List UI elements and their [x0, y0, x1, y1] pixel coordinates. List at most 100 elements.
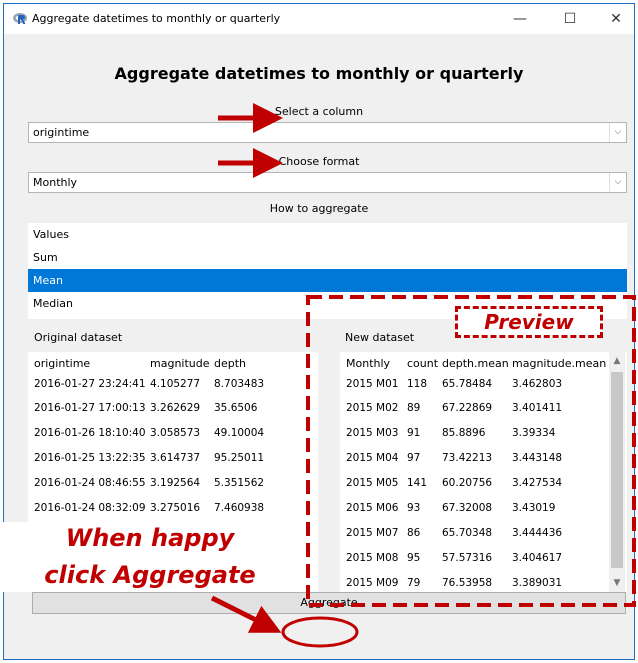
aggregate-button[interactable]: Aggregate [32, 592, 626, 614]
table-cell: 65.70348 [442, 527, 493, 539]
scrollbar-thumb[interactable] [611, 372, 623, 568]
annotation-line-1: When happy [65, 524, 235, 552]
table-cell: 2015 M03 [346, 427, 399, 439]
table-cell: 2016-01-27 17:00:13 [34, 402, 146, 414]
new-dataset-scrollbar[interactable]: ▲ ▼ [609, 352, 625, 592]
table-row[interactable]: 2015 M03 91 85.8896 3.39334 [340, 423, 627, 445]
table-cell: 2015 M07 [346, 527, 399, 539]
page-heading: Aggregate datetimes to monthly or quarte… [114, 64, 524, 83]
table-cell: 2016-01-24 08:46:55 [34, 477, 146, 489]
table-cell: 2015 M08 [346, 552, 399, 564]
table-cell: 7.460938 [214, 502, 265, 514]
table-cell: 2015 M01 [346, 378, 399, 390]
list-item-values[interactable]: Values [28, 223, 627, 246]
choose-format-label: Choose format [278, 155, 360, 168]
table-row[interactable]: 2015 M01 118 65.78484 3.462803 [340, 374, 627, 396]
table-cell: 3.39334 [512, 427, 556, 439]
table-cell: 118 [407, 378, 428, 390]
table-row[interactable]: 2015 M09 79 76.53958 3.389031 [340, 573, 627, 592]
table-cell: 97 [407, 452, 421, 464]
table-header: origintime magnitude depth [28, 352, 318, 374]
table-cell: 2016-01-26 18:10:40 [34, 427, 146, 439]
table-cell: 2016-01-25 13:22:35 [34, 452, 146, 464]
table-cell: 3.462803 [512, 378, 563, 390]
table-row[interactable]: 2016-01-24 08:32:09 3.275016 7.460938 [28, 498, 318, 520]
column-header-magnitude[interactable]: magnitude [150, 357, 210, 370]
table-cell: 8.703483 [214, 378, 265, 390]
table-cell: 3.401411 [512, 402, 563, 414]
scroll-up-icon[interactable]: ▲ [609, 356, 625, 366]
table-row[interactable]: 2015 M05 141 60.20756 3.427534 [340, 473, 627, 495]
table-cell: 3.389031 [512, 577, 563, 589]
table-cell: 3.404617 [512, 552, 563, 564]
table-row[interactable]: 2016-01-27 17:00:13 3.262629 35.6506 [28, 398, 318, 420]
column-select[interactable]: origintime ⌵ [28, 122, 627, 143]
list-item-sum[interactable]: Sum [28, 246, 627, 269]
table-cell: 3.427534 [512, 477, 563, 489]
column-header-origintime[interactable]: origintime [34, 357, 90, 370]
table-cell: 2016-01-24 08:32:09 [34, 502, 146, 514]
table-cell: 35.6506 [214, 402, 258, 414]
table-cell: 5.351562 [214, 477, 265, 489]
table-cell: 3.444436 [512, 527, 563, 539]
preview-label: Preview [455, 306, 603, 338]
table-row[interactable]: 2016-01-26 18:10:40 3.058573 49.10004 [28, 423, 318, 445]
new-dataset-grid[interactable]: Monthly count depth.mean magnitude.mean … [340, 352, 627, 592]
chevron-down-icon[interactable]: ⌵ [609, 123, 626, 142]
table-cell: 141 [407, 477, 428, 489]
table-cell: 3.058573 [150, 427, 201, 439]
table-cell: 86 [407, 527, 421, 539]
table-row[interactable]: 2016-01-27 23:24:41 4.105277 8.703483 [28, 374, 318, 396]
table-cell: 73.42213 [442, 452, 493, 464]
table-cell: 95 [407, 552, 421, 564]
table-cell: 3.614737 [150, 452, 201, 464]
table-row[interactable]: 2015 M04 97 73.42213 3.443148 [340, 448, 627, 470]
scroll-down-icon[interactable]: ▼ [609, 578, 625, 588]
table-cell: 3.262629 [150, 402, 201, 414]
table-cell: 49.10004 [214, 427, 265, 439]
table-cell: 65.78484 [442, 378, 493, 390]
column-select-value: origintime [33, 126, 90, 139]
table-cell: 57.57316 [442, 552, 493, 564]
column-header-count[interactable]: count [407, 357, 438, 370]
table-cell: 3.275016 [150, 502, 201, 514]
original-dataset-title: Original dataset [34, 331, 123, 344]
table-cell: 91 [407, 427, 421, 439]
table-cell: 3.43019 [512, 502, 556, 514]
format-select[interactable]: Monthly ⌵ [28, 172, 627, 193]
table-cell: 67.32008 [442, 502, 493, 514]
table-cell: 2016-01-27 23:24:41 [34, 378, 146, 390]
column-header-monthly[interactable]: Monthly [346, 357, 390, 370]
table-row[interactable]: 2015 M06 93 67.32008 3.43019 [340, 498, 627, 520]
table-cell: 95.25011 [214, 452, 265, 464]
table-cell: 2015 M06 [346, 502, 399, 514]
table-cell: 60.20756 [442, 477, 493, 489]
annotation-line-2: click Aggregate [44, 561, 256, 589]
list-item-mean[interactable]: Mean [28, 269, 627, 292]
table-row[interactable]: 2016-01-25 13:22:35 3.614737 95.25011 [28, 448, 318, 470]
aggregate-method-label: How to aggregate [269, 202, 369, 215]
table-cell: 2015 M02 [346, 402, 399, 414]
table-cell: 93 [407, 502, 421, 514]
column-header-depth[interactable]: depth [214, 357, 246, 370]
table-cell: 89 [407, 402, 421, 414]
column-header-depth-mean[interactable]: depth.mean [442, 357, 509, 370]
table-cell: 76.53958 [442, 577, 493, 589]
select-column-label: Select a column [274, 105, 364, 118]
table-cell: 3.443148 [512, 452, 563, 464]
table-cell: 79 [407, 577, 421, 589]
aggregate-method-list[interactable]: Values Sum Mean Median [28, 223, 627, 319]
table-row[interactable]: 2016-01-24 08:46:55 3.192564 5.351562 [28, 473, 318, 495]
table-header: Monthly count depth.mean magnitude.mean [340, 352, 627, 374]
format-select-value: Monthly [33, 176, 78, 189]
table-cell: 3.192564 [150, 477, 201, 489]
table-cell: 2015 M05 [346, 477, 399, 489]
table-row[interactable]: 2015 M02 89 67.22869 3.401411 [340, 398, 627, 420]
column-header-magnitude-mean[interactable]: magnitude.mean [512, 357, 606, 370]
table-row[interactable]: 2015 M08 95 57.57316 3.404617 [340, 548, 627, 570]
table-row[interactable]: 2015 M07 86 65.70348 3.444436 [340, 523, 627, 545]
chevron-down-icon[interactable]: ⌵ [609, 173, 626, 192]
table-cell: 67.22869 [442, 402, 493, 414]
table-cell: 4.105277 [150, 378, 201, 390]
new-dataset-title: New dataset [345, 331, 415, 344]
